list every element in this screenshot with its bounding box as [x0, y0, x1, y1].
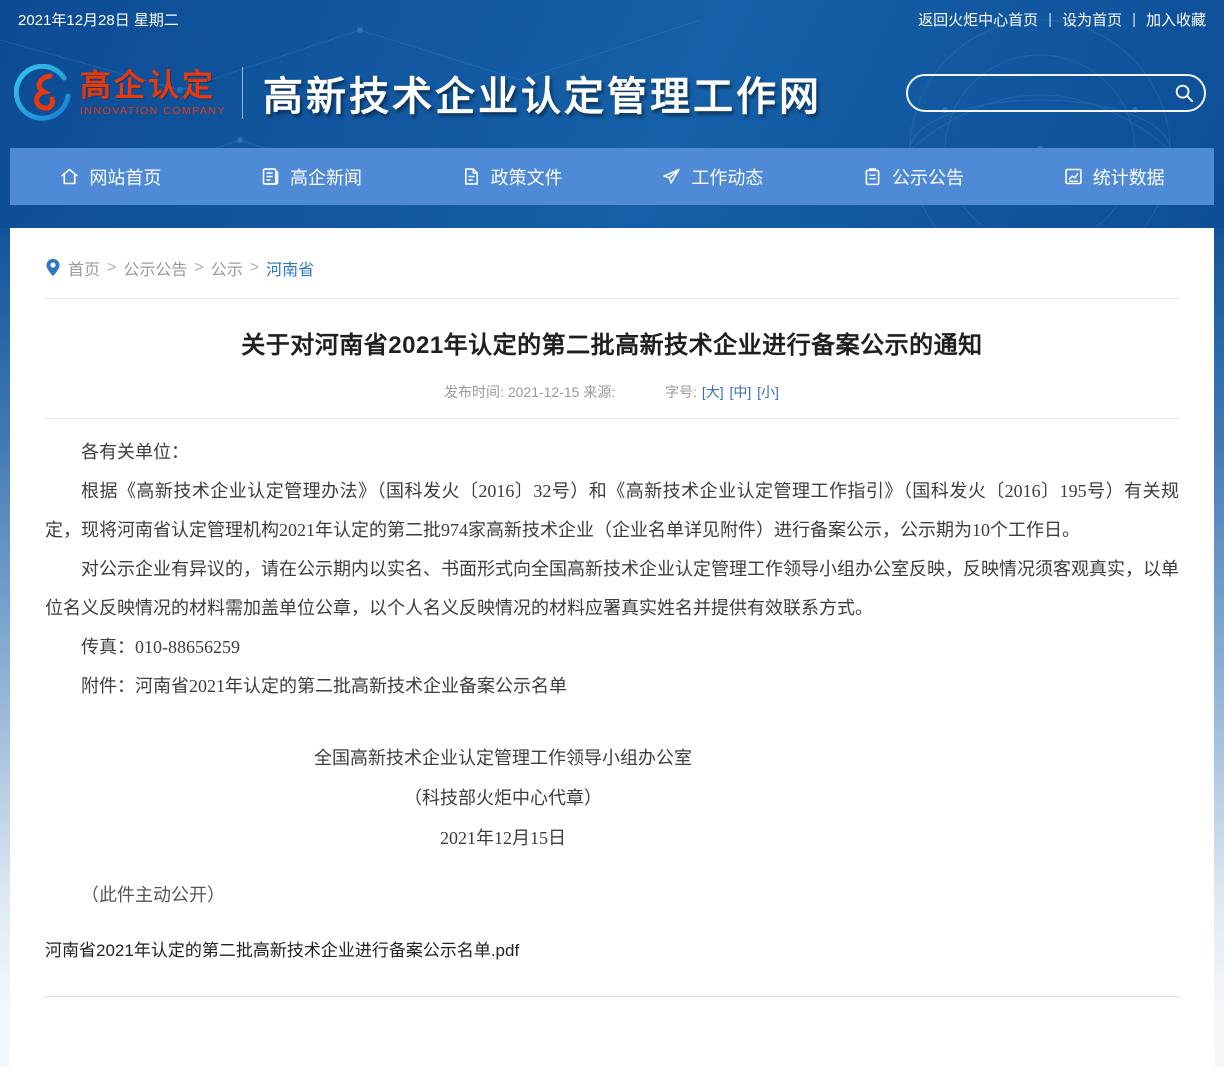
- nav-item-worktrends[interactable]: 工作动态: [612, 148, 813, 205]
- search-box: [906, 74, 1206, 112]
- nav-item-policy[interactable]: 政策文件: [411, 148, 612, 205]
- topbar: 2021年12月28日 星期二 返回火炬中心首页 | 设为首页 | 加入收藏: [0, 0, 1224, 38]
- fax-line: 传真：010-88656259: [45, 628, 1179, 667]
- breadcrumb-home[interactable]: 首页: [68, 256, 100, 280]
- breadcrumb-separator: >: [250, 259, 259, 277]
- breadcrumb: 首页 > 公示公告 > 公示 > 河南省: [45, 228, 1179, 298]
- location-pin-icon: [45, 258, 61, 278]
- source-label: 来源:: [583, 384, 615, 400]
- search-input[interactable]: [908, 76, 1164, 110]
- breadcrumb-announcements[interactable]: 公示公告: [123, 256, 187, 280]
- salutation: 各有关单位：: [45, 433, 1179, 472]
- search-icon: [1173, 82, 1195, 104]
- font-size-label: 字号:: [665, 384, 697, 400]
- logo-en-text: INNOVATION COMPANY: [80, 106, 226, 117]
- nav-item-home[interactable]: 网站首页: [10, 148, 211, 205]
- topbar-links: 返回火炬中心首页 | 设为首页 | 加入收藏: [918, 9, 1206, 30]
- nav-label: 工作动态: [691, 164, 763, 190]
- breadcrumb-separator: >: [194, 259, 203, 277]
- search-button[interactable]: [1164, 76, 1204, 110]
- nav-item-announcements[interactable]: 公示公告: [813, 148, 1014, 205]
- document-icon: [461, 166, 482, 187]
- breadcrumb-henan[interactable]: 河南省: [266, 256, 314, 280]
- signature-seal-note: （科技部火炬中心代章）: [45, 778, 961, 818]
- header-row: 高企认定 INNOVATION COMPANY 高新技术企业认定管理工作网: [0, 38, 1224, 148]
- add-favorite-link[interactable]: 加入收藏: [1146, 9, 1206, 30]
- topbar-separator: |: [1048, 11, 1052, 28]
- content-card: 首页 > 公示公告 > 公示 > 河南省 关于对河南省2021年认定的第二批高新…: [10, 228, 1214, 1067]
- site-header: 2021年12月28日 星期二 返回火炬中心首页 | 设为首页 | 加入收藏 高…: [0, 0, 1224, 228]
- set-homepage-link[interactable]: 设为首页: [1062, 9, 1122, 30]
- logo-cn-text: 高企认定: [80, 70, 226, 101]
- attachment-line: 附件：河南省2021年认定的第二批高新技术企业备案公示名单: [45, 667, 1179, 706]
- font-size-medium-button[interactable]: [中]: [729, 384, 751, 400]
- logo-text: 高企认定 INNOVATION COMPANY: [80, 70, 226, 117]
- logo-title-divider: [242, 67, 243, 119]
- swirl-logo-icon: [14, 64, 72, 122]
- nav-label: 高企新闻: [290, 164, 362, 190]
- nav-label: 政策文件: [491, 164, 563, 190]
- publish-date: 2021-12-15: [508, 384, 580, 400]
- chart-icon: [1063, 166, 1084, 187]
- home-icon: [59, 166, 80, 187]
- current-date: 2021年12月28日 星期二: [18, 9, 179, 30]
- breadcrumb-separator: >: [107, 259, 116, 277]
- site-title: 高新技术企业认定管理工作网: [263, 64, 822, 122]
- site-logo[interactable]: 高企认定 INNOVATION COMPANY: [14, 64, 226, 122]
- signature-block: 全国高新技术企业认定管理工作领导小组办公室 （科技部火炬中心代章） 2021年1…: [45, 738, 961, 858]
- main-nav: 网站首页 高企新闻 政策文件 工作动态: [10, 148, 1214, 205]
- return-torch-home-link[interactable]: 返回火炬中心首页: [918, 9, 1038, 30]
- topbar-separator: |: [1132, 11, 1136, 28]
- article-body: 各有关单位： 根据《高新技术企业认定管理办法》（国科发火〔2016〕32号）和《…: [45, 419, 1179, 970]
- paragraph-objection: 对公示企业有异议的，请在公示期内以实名、书面形式向全国高新技术企业认定管理工作领…: [45, 550, 1179, 628]
- breadcrumb-publicity[interactable]: 公示: [211, 256, 243, 280]
- paper-plane-icon: [661, 166, 682, 187]
- clipboard-icon: [862, 166, 883, 187]
- nav-item-news[interactable]: 高企新闻: [211, 148, 412, 205]
- nav-item-statistics[interactable]: 统计数据: [1013, 148, 1214, 205]
- signature-date: 2021年12月15日: [45, 818, 961, 858]
- news-icon: [260, 166, 281, 187]
- article-title: 关于对河南省2021年认定的第二批高新技术企业进行备案公示的通知: [45, 325, 1179, 360]
- attachment-pdf-link[interactable]: 河南省2021年认定的第二批高新技术企业进行备案公示名单.pdf: [45, 931, 519, 970]
- signature-office: 全国高新技术企业认定管理工作领导小组办公室: [45, 738, 961, 778]
- article-meta: 发布时间: 2021-12-15 来源: 字号: [大] [中] [小]: [45, 382, 1179, 402]
- publish-time-label: 发布时间:: [444, 384, 504, 400]
- nav-label: 统计数据: [1093, 164, 1165, 190]
- article-header: 关于对河南省2021年认定的第二批高新技术企业进行备案公示的通知 发布时间: 2…: [45, 299, 1179, 402]
- font-size-small-button[interactable]: [小]: [757, 384, 779, 400]
- font-size-large-button[interactable]: [大]: [702, 384, 724, 400]
- bottom-divider: [45, 996, 1179, 997]
- nav-label: 网站首页: [89, 164, 161, 190]
- nav-label: 公示公告: [892, 164, 964, 190]
- disclosure-note: （此件主动公开）: [45, 876, 1179, 915]
- paragraph-basis: 根据《高新技术企业认定管理办法》（国科发火〔2016〕32号）和《高新技术企业认…: [45, 472, 1179, 550]
